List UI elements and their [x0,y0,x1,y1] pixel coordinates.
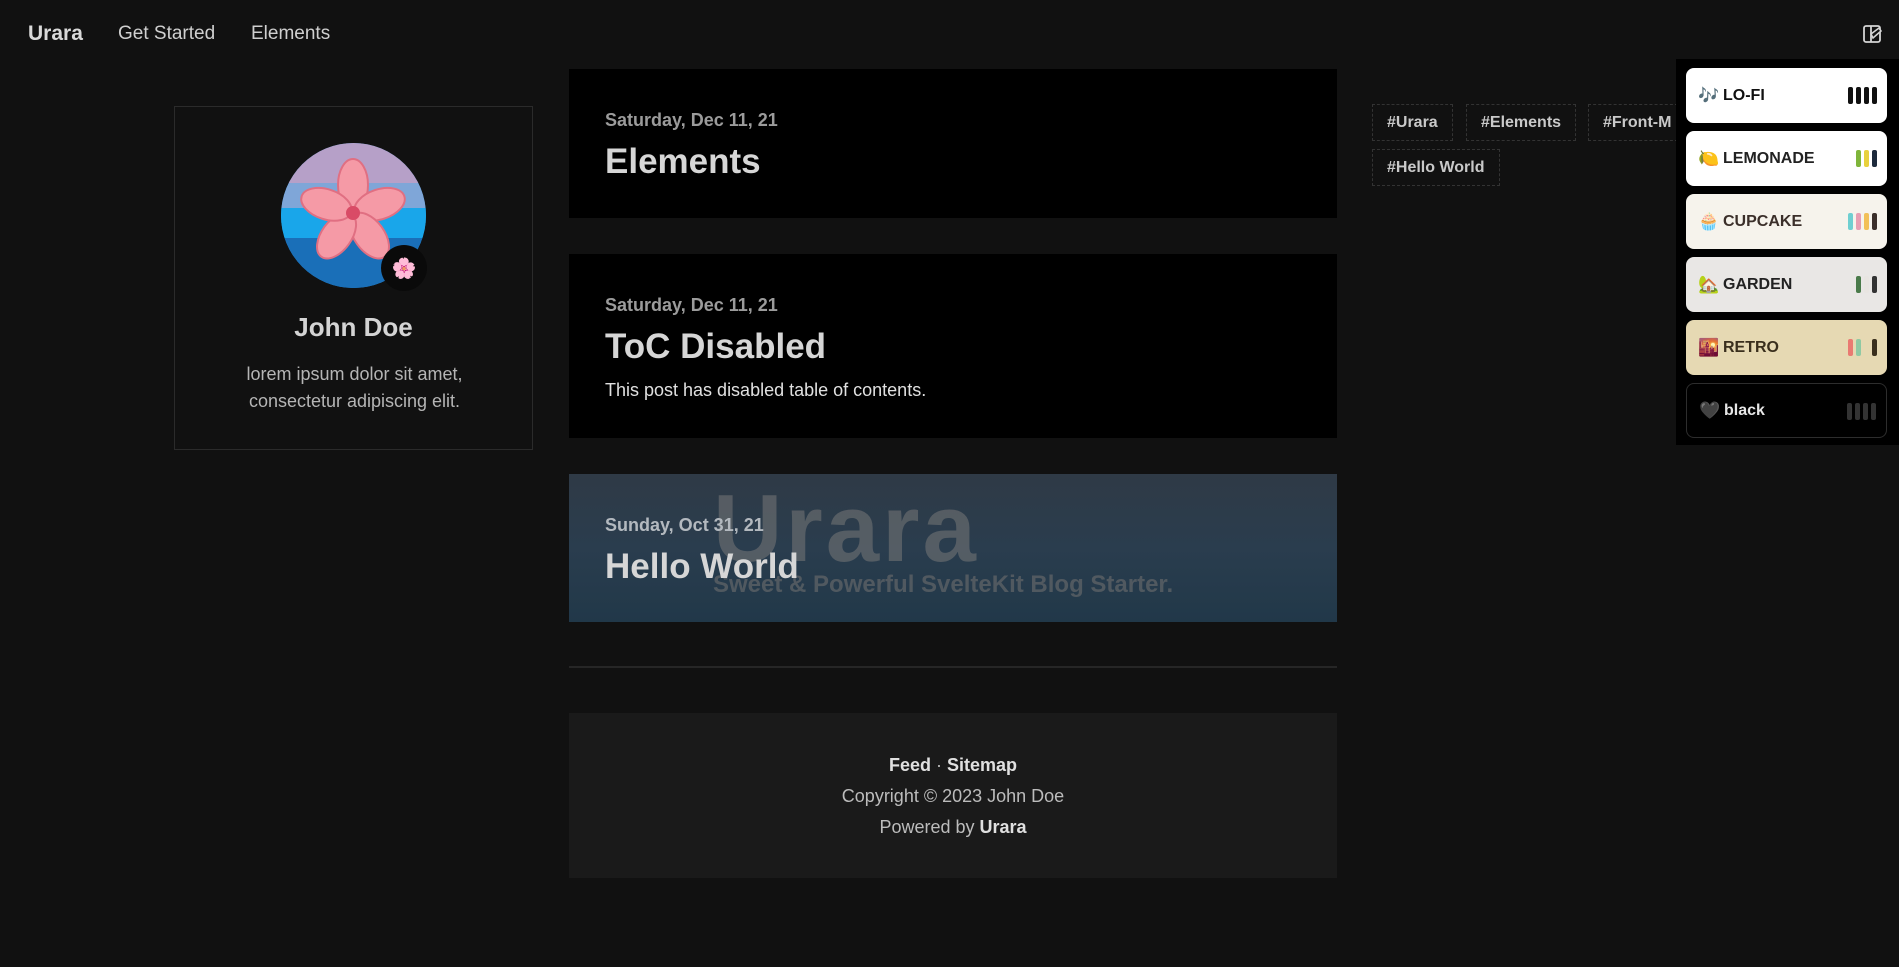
theme-option-garden[interactable]: 🏡 GARDEN [1686,257,1887,312]
post-description: This post has disabled table of contents… [605,380,927,400]
theme-option-black[interactable]: 🖤 black [1686,383,1887,438]
theme-swatch [1848,87,1853,104]
post-card-elements[interactable]: Saturday, Dec 11, 21 Elements [569,69,1337,218]
theme-swatch [1856,339,1861,356]
tag-hello-world[interactable]: #Hello World [1372,149,1500,186]
brand-link[interactable]: Urara [28,22,83,46]
theme-swatch [1864,339,1869,356]
theme-swatch [1864,276,1869,293]
theme-label: black [1724,401,1765,419]
theme-option-retro[interactable]: 🌇 RETRO [1686,320,1887,375]
feed-link[interactable]: Feed [889,755,931,775]
theme-switcher-icon[interactable] [1861,22,1885,46]
theme-label: RETRO [1723,338,1779,356]
theme-swatch [1856,87,1861,104]
theme-option-cupcake[interactable]: 🧁 CUPCAKE [1686,194,1887,249]
profile-bio-line: consectetur adipiscing elit. [248,391,461,411]
sitemap-link[interactable]: Sitemap [947,755,1017,775]
footer: Feed · Sitemap Copyright © 2023 John Doe… [569,713,1337,878]
avatar-status-badge: 🌸 [381,245,427,291]
cupcake-icon: 🧁 [1698,211,1720,231]
profile-name: John Doe [294,312,413,342]
theme-swatch [1847,403,1852,420]
content-divider [569,666,1337,668]
urara-link[interactable]: Urara [980,817,1027,837]
theme-swatch [1871,403,1876,420]
theme-swatches [1847,403,1876,420]
house-garden-icon: 🏡 [1698,274,1720,294]
theme-swatches [1848,87,1877,104]
theme-swatch [1856,276,1861,293]
theme-option-lemonade[interactable]: 🍋 LEMONADE [1686,131,1887,186]
copyright-text: Copyright © 2023 John Doe [841,786,1065,806]
lemon-icon: 🍋 [1698,148,1720,168]
music-notes-icon: 🎶 [1698,85,1720,105]
theme-swatches [1848,339,1877,356]
tag-elements[interactable]: #Elements [1466,104,1577,141]
tag-urara[interactable]: #Urara [1372,104,1453,141]
footer-links: Feed · Sitemap [569,755,1337,776]
theme-swatch [1872,150,1877,167]
theme-option-lofi[interactable]: 🎶 LO-FI [1686,68,1887,123]
post-card-toc-disabled[interactable]: Saturday, Dec 11, 21 ToC Disabled This p… [569,254,1337,438]
theme-swatch [1856,150,1861,167]
tag-front-matter[interactable]: #Front-M [1588,104,1678,141]
post-card-hello-world[interactable]: Urara Sweet & Powerful SvelteKit Blog St… [569,474,1337,622]
theme-swatch [1872,276,1877,293]
cherry-blossom-icon: 🌸 [391,257,417,280]
profile-card: 🌸 John Doe lorem ipsum dolor sit amet, c… [174,106,533,450]
theme-swatch [1872,213,1877,230]
black-heart-icon: 🖤 [1699,400,1721,420]
post-date: Saturday, Dec 11, 21 [605,110,778,130]
theme-dropdown: 🎶 LO-FI 🍋 LEMONADE 🧁 CUPCAKE 🏡 GARDEN 🌇 … [1676,59,1899,445]
theme-swatch [1864,150,1869,167]
footer-separator: · [930,755,947,775]
theme-swatch [1872,87,1877,104]
theme-swatch [1856,213,1861,230]
powered-by: Powered by Urara [569,817,1337,838]
theme-swatch [1872,339,1877,356]
powered-by-prefix: Powered by [879,817,980,837]
profile-bio-line: lorem ipsum dolor sit amet, [246,364,463,384]
theme-swatch [1863,403,1868,420]
theme-label: LO-FI [1723,86,1765,104]
theme-swatches [1856,150,1877,167]
theme-swatch [1864,87,1869,104]
theme-swatch [1855,403,1860,420]
post-title[interactable]: ToC Disabled [605,327,826,367]
theme-label: GARDEN [1723,275,1793,293]
profile-bio: lorem ipsum dolor sit amet, consectetur … [215,361,494,415]
theme-swatch [1864,213,1869,230]
post-title[interactable]: Elements [605,142,761,182]
theme-swatch [1848,339,1853,356]
theme-swatches [1856,276,1877,293]
post-date: Sunday, Oct 31, 21 [605,515,764,535]
theme-swatch [1848,213,1853,230]
city-sunset-icon: 🌇 [1698,337,1720,357]
post-title[interactable]: Hello World [605,547,799,587]
theme-label: CUPCAKE [1723,212,1803,230]
theme-swatches [1848,213,1877,230]
nav-link-get-started[interactable]: Get Started [118,23,215,45]
theme-label: LEMONADE [1723,149,1815,167]
navbar: Urara Get Started Elements [0,0,1899,68]
post-date: Saturday, Dec 11, 21 [605,295,778,315]
nav-link-elements[interactable]: Elements [251,23,330,45]
